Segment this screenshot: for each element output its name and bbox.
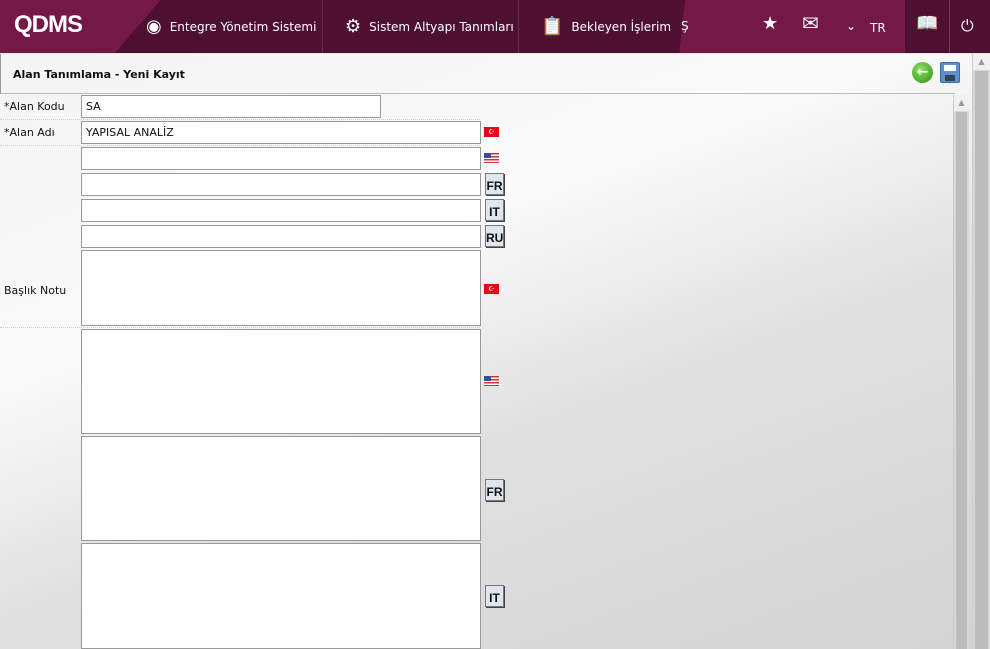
baslik-notu-fr-textarea[interactable] [81, 436, 481, 541]
alan-kodu-input[interactable]: SA [81, 95, 381, 118]
chevron-down-icon[interactable]: ⌄ [846, 19, 856, 33]
fr-language-icon: FR [485, 479, 504, 501]
q-icon: ◉ [146, 16, 162, 37]
language-selector[interactable]: TR [870, 21, 886, 35]
inner-scrollbar[interactable]: ▲ [953, 95, 969, 649]
back-arrow-icon[interactable]: ← [912, 62, 933, 83]
us-flag-icon [484, 153, 499, 163]
panel-header: Alan Tanımlama - Yeni Kayıt ← [0, 54, 960, 94]
it-language-icon: IT [485, 585, 504, 607]
save-icon[interactable] [940, 62, 960, 83]
nav-entegre[interactable]: ◉ Entegre Yönetim Sistemi [124, 0, 323, 53]
turkey-flag-icon: ☪ [484, 284, 499, 294]
alan-adi-tr-input[interactable]: YAPISAL ANALİZ [81, 121, 481, 144]
manual-book-icon[interactable]: 📖 [916, 13, 938, 34]
fr-language-icon: FR [485, 173, 504, 195]
power-icon[interactable]: ⏻ [961, 16, 974, 36]
baslik-notu-it-textarea[interactable] [81, 543, 481, 649]
gear-icon: ⚙ [345, 16, 362, 37]
nav-overflow[interactable]: Ş [681, 19, 689, 33]
baslik-notu-tr-textarea[interactable] [81, 250, 481, 326]
alan-adi-en-input[interactable] [81, 147, 481, 170]
qdms-logo: QDMS [14, 11, 83, 38]
alan-adi-label: *Alan Adı [4, 126, 55, 139]
clipboard-icon: 📋 [541, 16, 564, 37]
mail-icon[interactable]: ✉ [802, 11, 819, 35]
baslik-notu-en-textarea[interactable] [81, 329, 481, 434]
ru-language-icon: RU [485, 225, 504, 247]
top-header: QDMS ◉ Entegre Yönetim Sistemi ⚙ Sistem Al… [0, 0, 990, 53]
panel-title: Alan Tanımlama - Yeni Kayıt [13, 68, 185, 81]
alan-adi-it-input[interactable] [81, 199, 481, 222]
nav-sistem-altyapi[interactable]: ⚙ Sistem Altyapı Tanımları [323, 0, 519, 53]
us-flag-icon [484, 376, 499, 386]
baslik-notu-label: Başlık Notu [4, 284, 67, 297]
turkey-flag-icon: ☪ [484, 127, 499, 137]
it-language-icon: IT [485, 199, 504, 221]
star-icon[interactable]: ★ [762, 13, 778, 34]
alan-adi-fr-input[interactable] [81, 173, 481, 196]
alan-adi-ru-input[interactable] [81, 225, 481, 248]
alan-kodu-label: *Alan Kodu [4, 100, 65, 113]
nav-bekleyen[interactable]: 📋 Bekleyen İşlerim [519, 0, 679, 53]
outer-scrollbar[interactable]: ▲ [972, 54, 990, 649]
